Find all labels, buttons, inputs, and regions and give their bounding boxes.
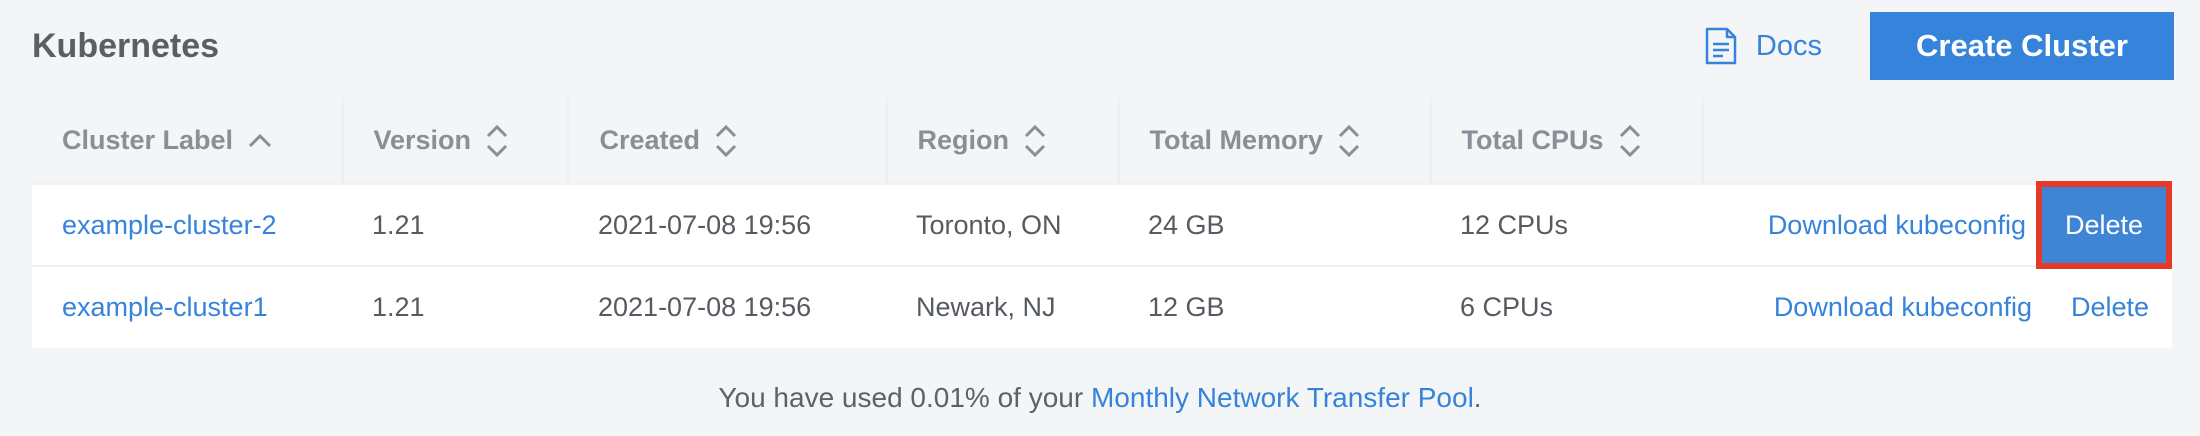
delete-button[interactable]: Delete [2036, 181, 2172, 269]
sort-ascending-icon [247, 133, 273, 149]
clusters-table: Cluster Label Version Created Region Tot… [32, 98, 2172, 348]
region-cell: Newark, NJ [886, 265, 1118, 348]
column-header-region[interactable]: Region [886, 98, 1120, 184]
region-cell: Toronto, ON [886, 183, 1118, 266]
page-title: Kubernetes [32, 26, 220, 65]
delete-button[interactable]: Delete [2048, 270, 2172, 346]
network-transfer-pool-link[interactable]: Monthly Network Transfer Pool [1091, 382, 1474, 413]
created-cell: 2021-07-08 19:56 [568, 183, 886, 266]
version-cell: 1.21 [342, 183, 568, 266]
memory-cell: 12 GB [1118, 265, 1430, 348]
page-header: Kubernetes Docs Create Cluster [32, 10, 2174, 82]
transfer-usage-note: You have used 0.01% of your Monthly Netw… [0, 382, 2200, 414]
cluster-link[interactable]: example-cluster1 [62, 292, 268, 322]
table-header-row: Cluster Label Version Created Region Tot… [32, 98, 2172, 184]
cluster-link[interactable]: example-cluster-2 [62, 210, 277, 240]
version-cell: 1.21 [342, 265, 568, 348]
create-cluster-button[interactable]: Create Cluster [1870, 12, 2174, 80]
created-cell: 2021-07-08 19:56 [568, 265, 886, 348]
memory-cell: 24 GB [1118, 183, 1430, 266]
table-row: example-cluster-2 1.21 2021-07-08 19:56 … [32, 181, 2172, 269]
download-kubeconfig-link[interactable]: Download kubeconfig [1768, 210, 2026, 241]
sort-icon [1337, 124, 1361, 158]
transfer-usage-suffix: . [1473, 382, 1482, 413]
cluster-label-cell: example-cluster1 [32, 265, 342, 348]
transfer-usage-text: You have used 0.01% of your [718, 382, 1091, 413]
column-header-total-memory[interactable]: Total Memory [1118, 98, 1432, 184]
sort-icon [1023, 124, 1047, 158]
sort-icon [1618, 124, 1642, 158]
download-kubeconfig-link[interactable]: Download kubeconfig [1774, 292, 2032, 323]
cpus-cell: 6 CPUs [1430, 265, 1702, 348]
column-header-total-cpus[interactable]: Total CPUs [1430, 98, 1704, 184]
sort-icon [714, 124, 738, 158]
kubernetes-page: Kubernetes Docs Create Cluster Cluster L… [0, 0, 2200, 436]
actions-cell: Download kubeconfig Delete [1702, 181, 2172, 269]
column-header-created[interactable]: Created [568, 98, 888, 184]
docs-label: Docs [1755, 29, 1822, 62]
column-header-version[interactable]: Version [342, 98, 570, 184]
table-row: example-cluster1 1.21 2021-07-08 19:56 N… [32, 265, 2172, 348]
actions-cell: Download kubeconfig Delete [1702, 265, 2172, 348]
column-header-cluster-label[interactable]: Cluster Label [32, 98, 344, 184]
sort-icon [485, 124, 509, 158]
cluster-label-cell: example-cluster-2 [32, 183, 342, 266]
docs-link[interactable]: Docs [1704, 27, 1822, 65]
document-icon [1704, 27, 1738, 65]
column-header-actions [1702, 98, 2172, 184]
cpus-cell: 12 CPUs [1430, 183, 1702, 266]
